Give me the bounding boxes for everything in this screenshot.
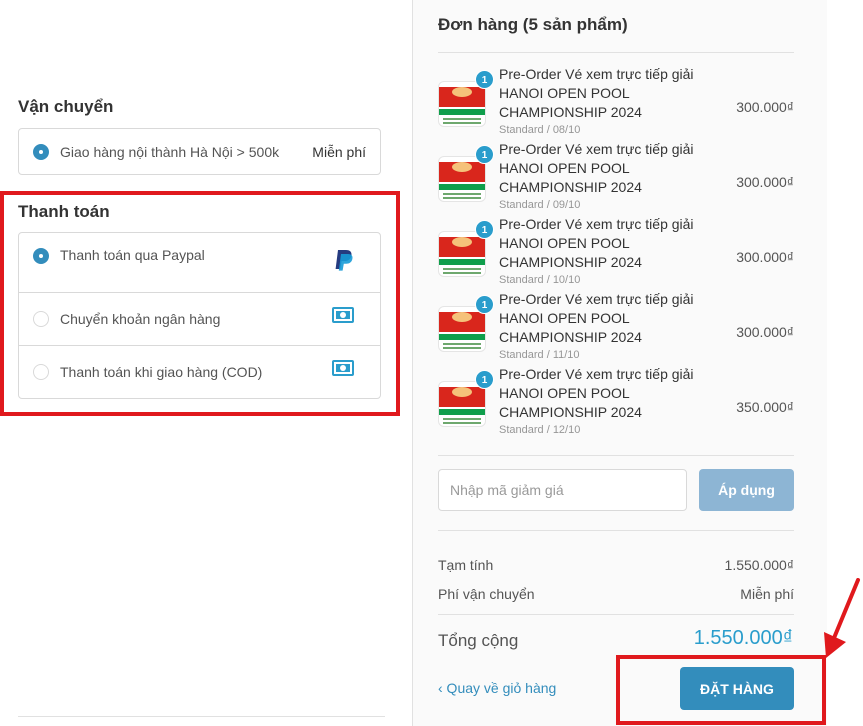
item-variant: Standard / 08/10 — [499, 124, 581, 136]
apply-discount-button[interactable]: Áp dụng — [699, 469, 794, 511]
product-thumbnail — [438, 81, 486, 127]
shipping-radio[interactable] — [33, 143, 49, 160]
divider — [438, 530, 794, 531]
order-title: Đơn hàng (5 sản phẩm) — [438, 15, 628, 34]
divider — [18, 716, 385, 717]
quantity-badge: 1 — [475, 370, 494, 389]
subtotal-value: 1.550.000₫ — [724, 557, 794, 573]
shipping-fee-label: Phí vận chuyển — [438, 586, 535, 602]
order-summary: Đơn hàng (5 sản phẩm) 1 Pre-Order Vé xem… — [412, 0, 827, 726]
item-name: Pre-Order Vé xem trực tiếp giải HANOI OP… — [499, 66, 694, 120]
order-item: 1 Pre-Order Vé xem trực tiếp giải HANOI … — [438, 65, 794, 140]
total-label: Tổng cộng — [438, 631, 519, 650]
quantity-badge: 1 — [475, 295, 494, 314]
shipping-fee-row: Phí vận chuyển Miễn phí — [438, 586, 794, 602]
item-name: Pre-Order Vé xem trực tiếp giải HANOI OP… — [499, 366, 694, 420]
order-item: 1 Pre-Order Vé xem trực tiếp giải HANOI … — [438, 215, 794, 290]
arrow-annotation-icon — [824, 578, 860, 658]
shipping-option-label: Giao hàng nội thành Hà Nội > 500k — [60, 143, 280, 160]
item-price: 300.000₫ — [736, 249, 794, 265]
subtotal-label: Tạm tính — [438, 557, 494, 573]
item-price: 350.000₫ — [736, 399, 794, 415]
shipping-methods: Giao hàng nội thành Hà Nội > 500k Miễn p… — [18, 128, 381, 175]
item-name: Pre-Order Vé xem trực tiếp giải HANOI OP… — [499, 291, 694, 345]
submit-highlight-box — [616, 655, 826, 725]
quantity-badge: 1 — [475, 145, 494, 164]
order-item: 1 Pre-Order Vé xem trực tiếp giải HANOI … — [438, 290, 794, 365]
order-item: 1 Pre-Order Vé xem trực tiếp giải HANOI … — [438, 365, 794, 440]
shipping-fee-value: Miễn phí — [740, 586, 794, 602]
order-item: 1 Pre-Order Vé xem trực tiếp giải HANOI … — [438, 140, 794, 215]
product-thumbnail — [438, 156, 486, 202]
quantity-badge: 1 — [475, 220, 494, 239]
item-price: 300.000₫ — [736, 174, 794, 190]
checkout-form: Vận chuyển Giao hàng nội thành Hà Nội > … — [0, 0, 412, 726]
divider — [438, 52, 794, 53]
divider — [438, 455, 794, 456]
item-name: Pre-Order Vé xem trực tiếp giải HANOI OP… — [499, 216, 694, 270]
payment-highlight-box — [0, 191, 400, 416]
total-value: 1.550.000₫ — [693, 627, 793, 649]
back-to-cart-link[interactable]: ‹ Quay về giỏ hàng — [438, 680, 556, 696]
subtotal-row: Tạm tính 1.550.000₫ — [438, 557, 794, 573]
item-price: 300.000₫ — [736, 324, 794, 340]
shipping-title: Vận chuyển — [18, 97, 114, 116]
item-variant: Standard / 10/10 — [499, 274, 581, 286]
product-thumbnail — [438, 381, 486, 427]
item-price: 300.000₫ — [736, 99, 794, 115]
item-variant: Standard / 11/10 — [499, 349, 580, 361]
item-name: Pre-Order Vé xem trực tiếp giải HANOI OP… — [499, 141, 694, 195]
item-variant: Standard / 12/10 — [499, 424, 581, 436]
discount-code-input[interactable] — [438, 469, 687, 511]
product-thumbnail — [438, 231, 486, 277]
shipping-option[interactable]: Giao hàng nội thành Hà Nội > 500k Miễn p… — [19, 129, 380, 174]
item-variant: Standard / 09/10 — [499, 199, 581, 211]
divider — [438, 614, 794, 615]
product-thumbnail — [438, 306, 486, 352]
shipping-option-price: Miễn phí — [312, 143, 366, 160]
quantity-badge: 1 — [475, 70, 494, 89]
